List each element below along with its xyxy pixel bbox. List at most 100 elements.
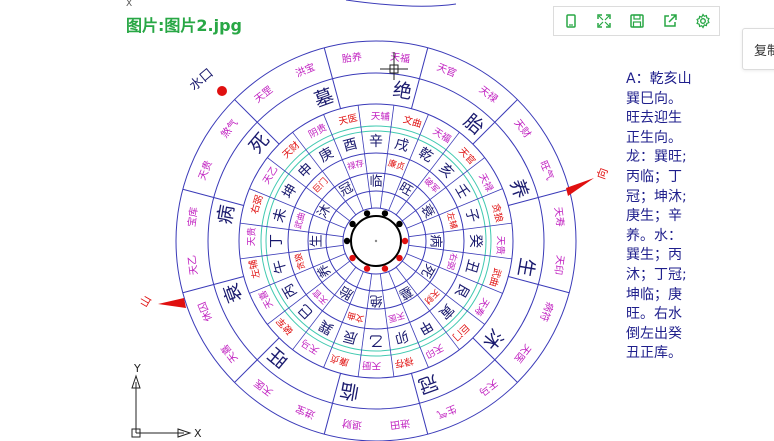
inner-divider bbox=[240, 244, 344, 260]
outer-ring-word: 病符 bbox=[537, 300, 557, 323]
inner-ring-word: 贪狼 bbox=[293, 251, 308, 271]
expand-icon[interactable] bbox=[591, 8, 617, 34]
note-line: 正生向。 bbox=[626, 129, 682, 146]
ring-word: 左辅 bbox=[247, 258, 263, 280]
ring-word: 天马 bbox=[299, 336, 321, 355]
mountain-label: 乙 bbox=[369, 332, 383, 348]
outer-ring-word: 天官 bbox=[435, 60, 458, 80]
ring-word: 贪狼 bbox=[489, 202, 505, 224]
outer-ring-word: 天罡 bbox=[252, 84, 275, 106]
ring-word: 天福 bbox=[431, 125, 453, 145]
outer-ring-word: 天乙 bbox=[186, 254, 201, 275]
outer-divider bbox=[508, 275, 570, 294]
mountain-label: 癸 bbox=[467, 234, 483, 248]
outer-stage-label: 旺 bbox=[264, 343, 293, 372]
outer-stage-label: 临 bbox=[338, 378, 361, 403]
outer-ring-word: 天印 bbox=[552, 254, 567, 275]
outer-ring-word: 天马 bbox=[477, 377, 500, 399]
ring-word: 天贵 bbox=[494, 236, 507, 255]
outer-stage-label: 墓 bbox=[311, 85, 336, 112]
ring-word: 天官 bbox=[456, 145, 478, 167]
outer-ring-word: 进宝 bbox=[293, 402, 316, 422]
save-icon[interactable] bbox=[624, 8, 650, 34]
inner-stage-label: 病 bbox=[428, 234, 443, 247]
outer-ring-word: 宝库 bbox=[185, 206, 200, 228]
center-dot bbox=[363, 210, 371, 217]
outer-ring-word: 煞气 bbox=[218, 117, 240, 141]
mountain-label: 壬 bbox=[451, 181, 472, 201]
ring-word: 禄存 bbox=[393, 354, 415, 370]
ring-word: 破军 bbox=[274, 315, 296, 337]
center-dot bbox=[396, 220, 403, 228]
ring-word: 天寿 bbox=[471, 296, 491, 318]
note-line: 养。水： bbox=[626, 227, 682, 244]
mountain-label: 丁 bbox=[269, 234, 285, 248]
mountain-arrow-label: 山 bbox=[137, 293, 154, 309]
note-line: 倒左出癸 bbox=[626, 325, 682, 342]
ring-word: 巨门 bbox=[450, 321, 472, 343]
center-dot bbox=[363, 265, 371, 272]
inner-ring-word: 左辅 bbox=[444, 211, 459, 231]
inner-stage-label: 绝 bbox=[369, 293, 382, 309]
note-line: 巽巳向。 bbox=[626, 90, 682, 107]
image-viewer: 图片:图片2.jpg 复制 X 胎养 天福 天官 天禄 天财 旺气 天寿 天印 病符 天医 天马 生气… bbox=[0, 0, 774, 441]
center-dot bbox=[349, 220, 356, 228]
inner-divider bbox=[357, 105, 373, 209]
outer-ring-word: 休囚 bbox=[196, 300, 215, 323]
ring-word: 天乙 bbox=[261, 164, 280, 186]
water-mouth-dot bbox=[217, 86, 227, 96]
copy-side-tab[interactable]: 复制 bbox=[742, 28, 774, 70]
mountain-label: 坤 bbox=[280, 181, 301, 201]
compass-diagram: 胎养 天福 天官 天禄 天财 旺气 天寿 天印 病符 天医 天马 生气 进田 退财 进宝 天医 天喜 休囚 天乙 宝库… bbox=[126, 36, 718, 441]
mountain-arrow bbox=[158, 298, 186, 308]
outer-divider bbox=[323, 373, 342, 435]
mountain-label: 辛 bbox=[369, 134, 383, 150]
outer-ring-word: 洪宝 bbox=[293, 60, 316, 80]
svg-text:X: X bbox=[126, 0, 132, 9]
outer-ring-word: 天财 bbox=[512, 117, 534, 141]
center-dot bbox=[381, 210, 389, 217]
outer-stage-label: 养 bbox=[505, 176, 532, 201]
ring-word: 天财 bbox=[280, 139, 302, 161]
facing-arrow bbox=[566, 178, 594, 196]
image-title: 图片:图片2.jpg bbox=[126, 16, 243, 35]
outer-stage-label: 绝 bbox=[391, 79, 414, 104]
settings-icon[interactable] bbox=[690, 8, 716, 34]
water-mouth-label: 水口 bbox=[187, 66, 217, 94]
ring-word: 武曲 bbox=[487, 267, 504, 289]
outer-stage-label: 沐 bbox=[478, 324, 507, 353]
outer-stage-label: 衰 bbox=[220, 280, 247, 305]
copy-label: 复制 bbox=[754, 44, 774, 59]
note-line: 冠；坤沐; bbox=[626, 188, 687, 205]
ucs-y-label: Y bbox=[133, 362, 141, 375]
center-dot bbox=[349, 254, 356, 262]
mountain-label: 子 bbox=[462, 207, 481, 225]
mountain-label: 乾 bbox=[415, 145, 435, 166]
outer-ring-word: 天禄 bbox=[477, 83, 501, 105]
ring-word: 右弼 bbox=[248, 193, 265, 215]
inner-divider bbox=[408, 222, 512, 238]
mountain-label: 辰 bbox=[342, 327, 360, 346]
note-line: 庚生；辛 bbox=[626, 208, 682, 225]
fit-icon[interactable] bbox=[558, 8, 584, 34]
mountain-label: 卯 bbox=[393, 327, 411, 346]
inner-ring-word: 廉贞 bbox=[387, 158, 406, 173]
note-line: A：乾亥山 bbox=[626, 71, 692, 87]
outer-ring-word: 退财 bbox=[341, 417, 363, 432]
note-line: 沐；丁冠; bbox=[626, 266, 687, 283]
mountain-label: 艮 bbox=[451, 280, 472, 300]
mountain-label: 丙 bbox=[280, 280, 301, 300]
mountain-label: 酉 bbox=[342, 136, 360, 155]
ring-word: 天医 bbox=[338, 113, 359, 128]
inner-ring-word: 天医 bbox=[386, 309, 405, 323]
center-dot bbox=[401, 237, 409, 245]
outer-divider bbox=[182, 188, 244, 207]
mountain-label: 午 bbox=[271, 258, 290, 276]
mountain-label: 庚 bbox=[316, 145, 336, 166]
note-line: 坤临；庚 bbox=[626, 286, 682, 303]
facing-arrow-label: 向 bbox=[594, 166, 611, 181]
share-icon[interactable] bbox=[657, 8, 683, 34]
note-line: 旺。右水 bbox=[626, 306, 682, 323]
outer-ring-word: 胎养 bbox=[341, 50, 363, 65]
note-line: 巽生；丙 bbox=[626, 247, 682, 264]
